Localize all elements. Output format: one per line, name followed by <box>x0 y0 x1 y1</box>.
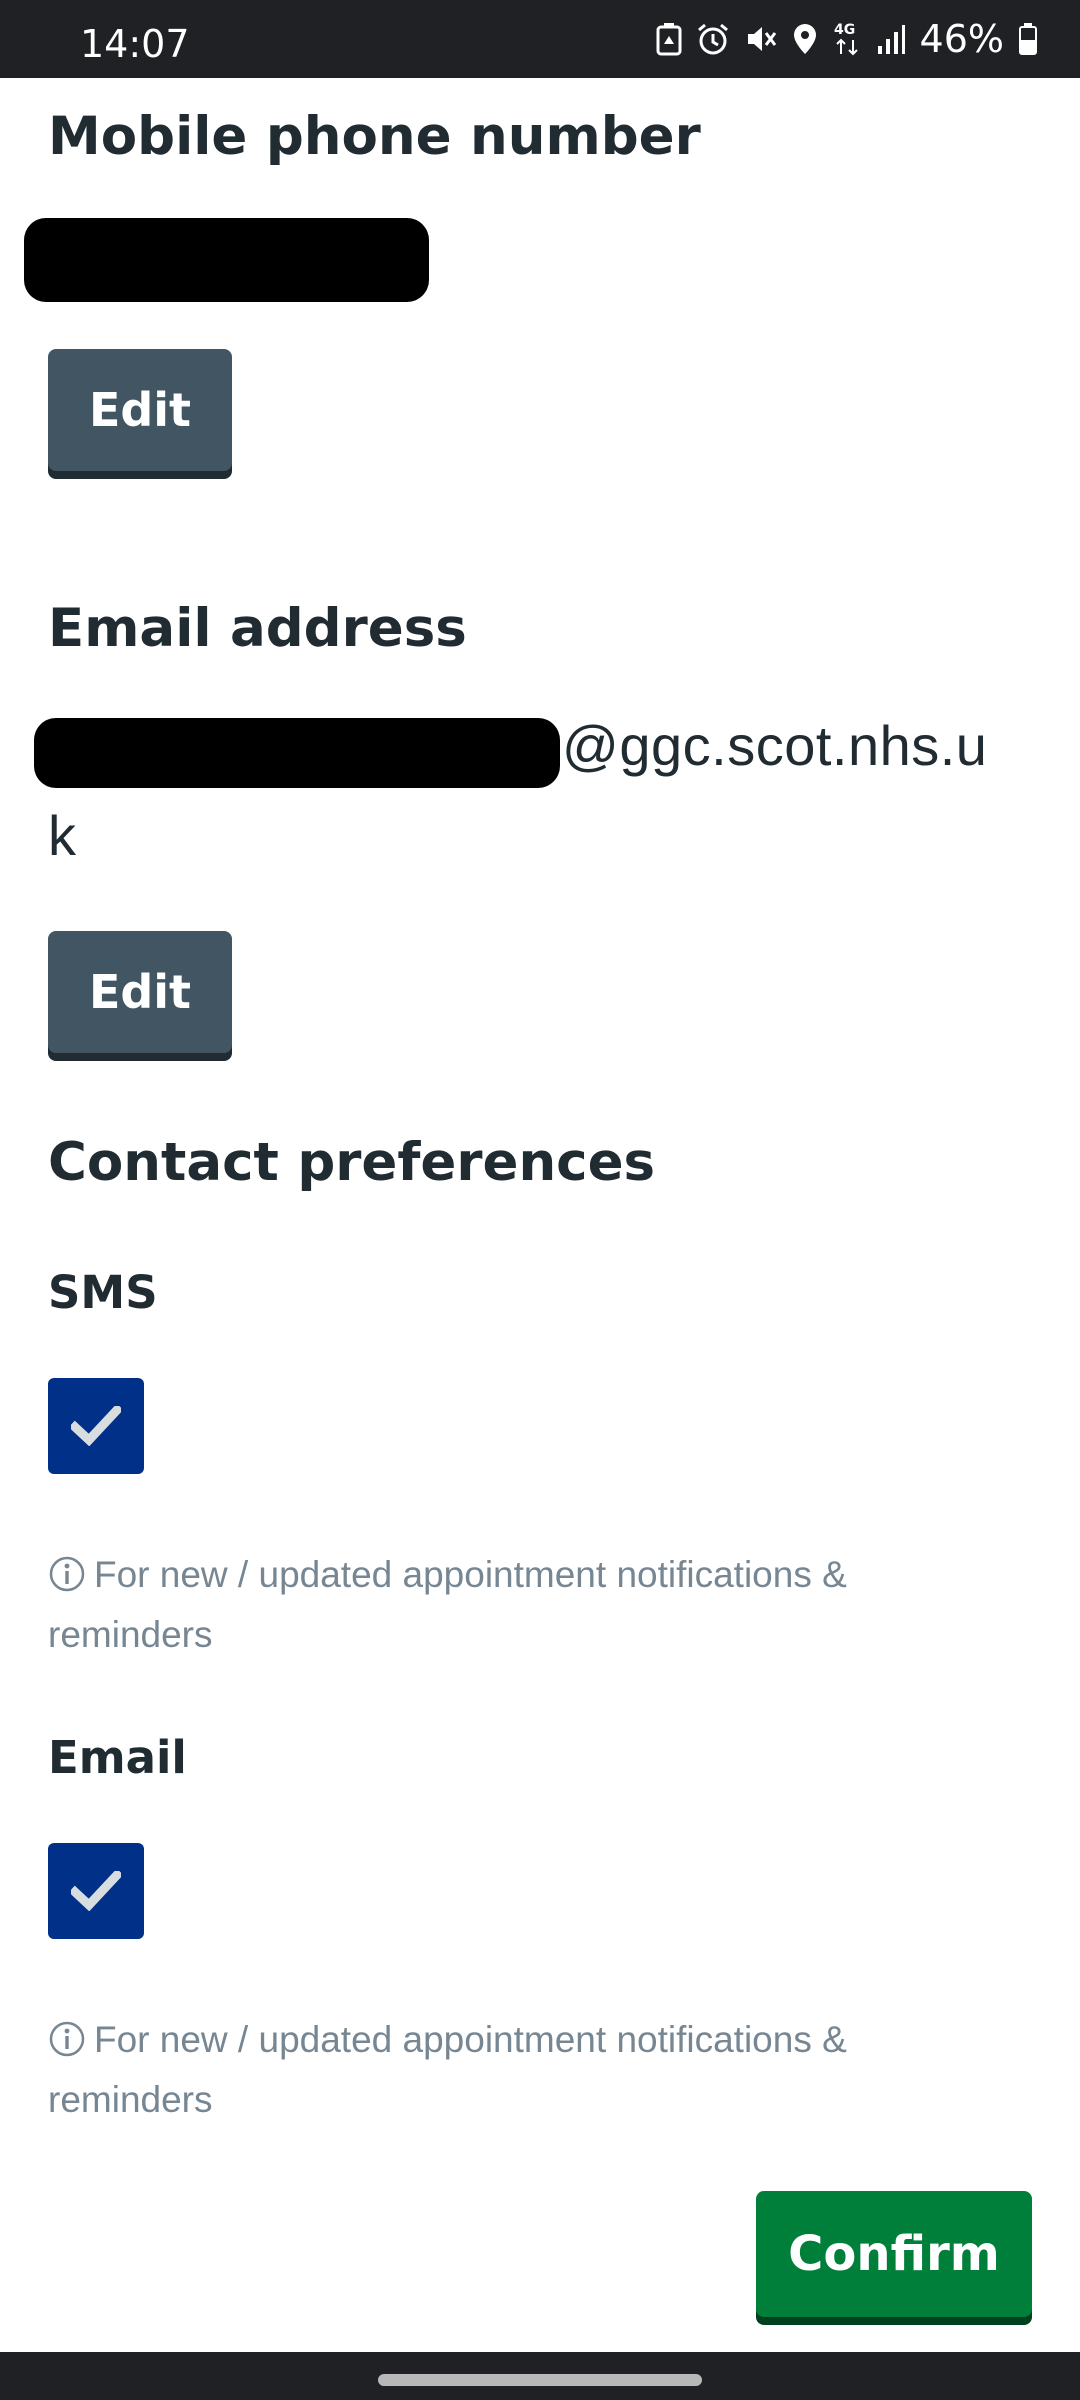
email-hint: For new / updated appointment notificati… <box>48 2010 968 2130</box>
sms-hint: For new / updated appointment notificati… <box>48 1545 968 1665</box>
info-icon <box>49 2021 85 2057</box>
battery-saver-icon <box>656 23 682 56</box>
checkmark-icon <box>71 1406 121 1446</box>
home-gesture-handle[interactable] <box>378 2374 702 2386</box>
svg-text:4G: 4G <box>834 22 855 38</box>
checkmark-icon <box>71 1871 121 1911</box>
sms-label: SMS <box>48 1266 158 1319</box>
edit-email-button[interactable]: Edit <box>48 931 232 1053</box>
battery-percentage: 46% <box>919 17 1004 61</box>
contact-preferences-heading: Contact preferences <box>48 1132 656 1193</box>
alarm-icon <box>697 23 728 55</box>
redacted-phone-number <box>24 218 429 302</box>
email-checkbox[interactable] <box>48 1843 144 1939</box>
email-domain-wrap: k <box>48 804 77 867</box>
location-icon <box>793 24 816 54</box>
sms-checkbox[interactable] <box>48 1378 144 1474</box>
status-time: 14:07 <box>80 22 190 66</box>
sms-hint-text: For new / updated appointment notificati… <box>48 1554 847 1655</box>
email-pref-label: Email <box>48 1731 187 1784</box>
edit-mobile-button[interactable]: Edit <box>48 349 232 471</box>
navigation-bar <box>0 2352 1080 2400</box>
confirm-button[interactable]: Confirm <box>756 2191 1032 2317</box>
battery-icon <box>1019 23 1037 55</box>
email-heading: Email address <box>48 598 467 659</box>
info-icon <box>49 1556 85 1592</box>
email-hint-text: For new / updated appointment notificati… <box>48 2019 847 2120</box>
redacted-email-local-part <box>34 718 560 788</box>
mobile-heading: Mobile phone number <box>48 106 701 167</box>
status-icons: 4G 46% <box>656 16 1038 62</box>
status-bar: 14:07 4G 46% <box>0 0 1080 78</box>
mute-icon <box>747 27 776 51</box>
email-domain: @ggc.scot.nhs.u <box>562 714 988 777</box>
signal-icon <box>877 25 905 54</box>
4g-data-icon: 4G <box>834 22 858 56</box>
